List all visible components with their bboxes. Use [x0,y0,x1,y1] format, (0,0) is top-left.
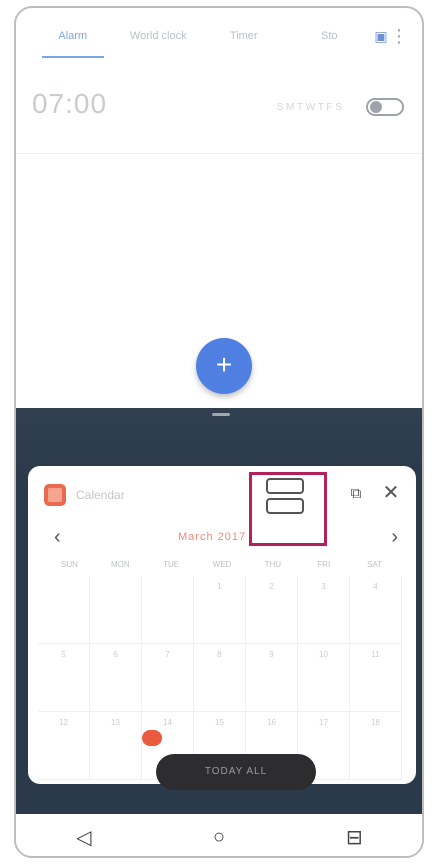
calendar-day-cell[interactable] [142,576,194,644]
alarm-item[interactable]: 07:00 S M T W T F S [16,74,422,154]
calendar-day-cell[interactable]: 12 [38,712,90,780]
calendar-day-cell[interactable]: 8 [194,644,246,712]
navigation-bar: ◁ ○ ⊟ [16,814,422,856]
calendar-day-cell[interactable]: 6 [90,644,142,712]
back-icon[interactable]: ◁ [64,817,104,856]
calendar-app-icon [44,484,66,506]
calendar-bottom-pill[interactable]: TODAY ALL [156,754,316,790]
weekday-label: WED [212,560,232,569]
weekday-header: SUN MON TUE WED THU FRI SAT [44,560,400,569]
weekday-label: THU [264,560,282,569]
calendar-day-cell[interactable] [38,576,90,644]
calendar-card-header: Calendar ⧉ ✕ [28,466,416,546]
calendar-day-cell[interactable]: 4 [350,576,402,644]
calendar-day-cell[interactable]: 2 [246,576,298,644]
alarm-days: S M T W T F S [276,102,342,113]
highlight-box [249,472,327,546]
prev-month-icon[interactable]: ‹ [54,526,61,549]
weekday-label: TUE [163,560,180,569]
weekday-label: FRI [317,560,331,569]
calendar-day-cell[interactable]: 10 [298,644,350,712]
recents-icon[interactable]: ⊟ [334,817,374,856]
split-divider-handle[interactable] [212,413,230,416]
calendar-day-cell[interactable]: 11 [350,644,402,712]
alarm-toggle[interactable] [366,98,404,116]
home-icon[interactable]: ○ [199,817,239,856]
edit-list-icon[interactable]: ▣ [372,28,390,45]
add-alarm-button[interactable]: + [196,338,252,394]
calendar-month-nav: ‹ March 2017 › [28,524,416,554]
tab-stopwatch[interactable]: Sto [287,8,373,64]
calendar-day-cell[interactable]: 13 [90,712,142,780]
calendar-month-label: March 2017 [178,531,247,543]
tab-timer[interactable]: Timer [201,8,287,64]
next-month-icon[interactable]: › [391,526,398,549]
calendar-window-card[interactable]: Calendar ⧉ ✕ ‹ March 2017 › SUN MON TUE … [28,466,416,784]
calendar-day-cell[interactable]: 5 [38,644,90,712]
tab-alarm[interactable]: Alarm [30,8,116,64]
calendar-day-cell[interactable]: 3 [298,576,350,644]
popup-view-icon[interactable]: ⧉ [346,484,366,504]
calendar-app-name: Calendar [76,488,125,502]
split-screen-bottom-area: Calendar ⧉ ✕ ‹ March 2017 › SUN MON TUE … [16,408,422,814]
weekday-label: SAT [367,560,383,569]
more-options-icon[interactable]: ⋮ [390,26,408,47]
clock-tab-bar: Alarm World clock Timer Sto ▣ ⋮ [16,8,422,64]
alarm-time: 07:00 [32,88,108,119]
close-icon[interactable]: ✕ [380,482,402,504]
calendar-day-cell[interactable]: 7 [142,644,194,712]
calendar-day-cell[interactable]: 1 [194,576,246,644]
today-marker [142,730,162,746]
tab-world-clock[interactable]: World clock [116,8,202,64]
calendar-day-cell[interactable]: 9 [246,644,298,712]
weekday-label: SUN [60,560,78,569]
calendar-day-cell[interactable] [90,576,142,644]
calendar-day-cell[interactable]: 18 [350,712,402,780]
phone-frame: Alarm World clock Timer Sto ▣ ⋮ 07:00 S … [14,6,424,858]
calendar-grid: 1 2 3 4 5 6 7 8 9 10 11 12 13 14 15 16 1… [38,576,406,780]
weekday-label: MON [110,560,130,569]
